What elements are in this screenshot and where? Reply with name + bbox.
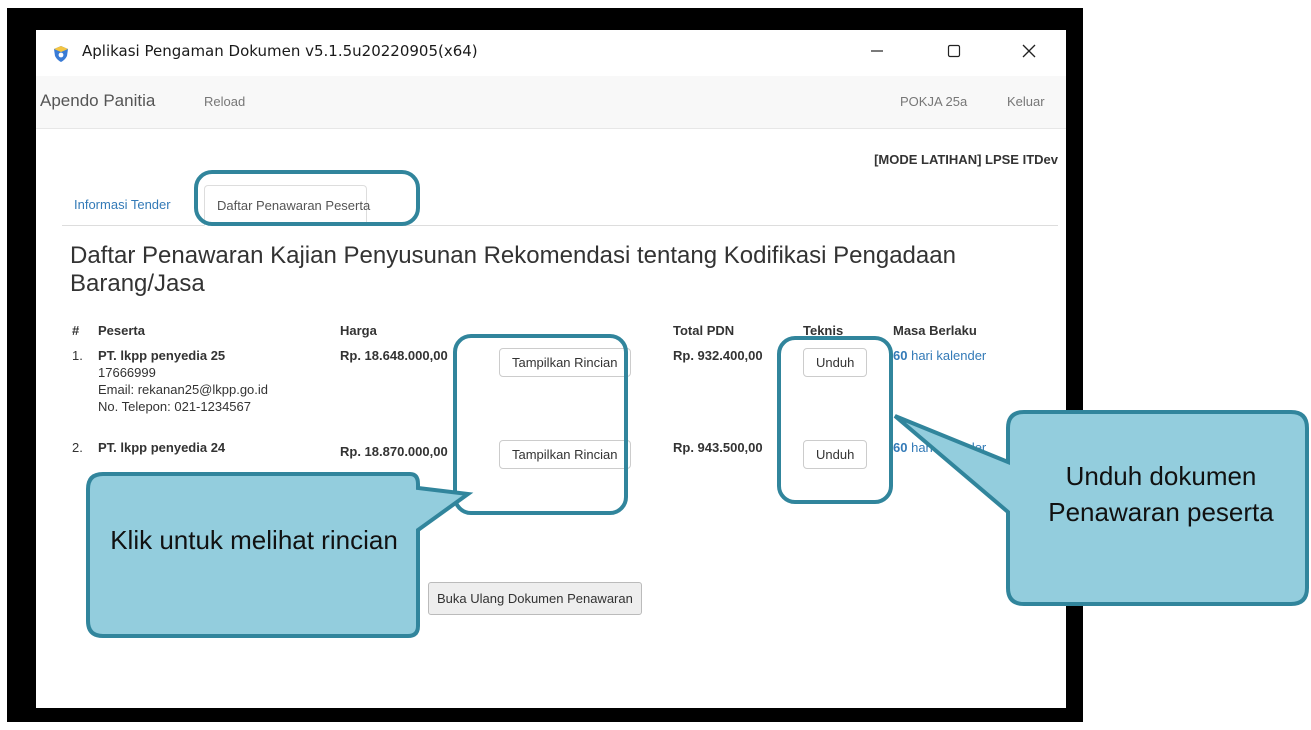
masa-berlaku-link[interactable]: 60 hari kalender	[893, 348, 986, 363]
tab-informasi-tender[interactable]: Informasi Tender	[62, 185, 183, 223]
tab-bar: Informasi Tender Daftar Penawaran Pesert…	[62, 185, 1058, 226]
total-pdn-cell: Rp. 932.400,00	[673, 348, 763, 363]
main-content: [MODE LATIHAN] LPSE ITDev Informasi Tend…	[36, 128, 1066, 708]
mode-label: [MODE LATIHAN] LPSE ITDev	[874, 152, 1058, 167]
harga-cell: Rp. 18.648.000,00	[340, 348, 448, 363]
table-row: 2. PT. lkpp penyedia 24 Rp. 18.870.000,0…	[66, 436, 1046, 473]
window-title: Aplikasi Pengaman Dokumen v5.1.5u2022090…	[82, 42, 478, 60]
masa-berlaku-value: 60	[893, 440, 908, 455]
rincian-cell: Tampilkan Rincian	[461, 344, 667, 436]
masa-berlaku-unit: hari kalender	[911, 440, 987, 455]
offers-table: # Peserta Harga Total PDN Teknis Masa Be…	[66, 316, 1046, 473]
app-window: Aplikasi Pengaman Dokumen v5.1.5u2022090…	[36, 30, 1066, 708]
logout-link[interactable]: Keluar	[1007, 94, 1045, 109]
peserta-email: Email: rekanan25@lkpp.go.id	[98, 382, 269, 397]
peserta-phone: No. Telepon: 021-1234567	[98, 399, 251, 414]
brand-link[interactable]: Apendo Panitia	[40, 91, 155, 111]
table-row: 1. PT. lkpp penyedia 25 17666999 Email: …	[66, 344, 1046, 436]
unduh-button[interactable]: Unduh	[803, 348, 868, 377]
reload-link[interactable]: Reload	[204, 94, 245, 109]
teknis-cell: Unduh	[797, 344, 887, 436]
peserta-cell: PT. lkpp penyedia 24	[92, 436, 334, 473]
harga-cell: Rp. 18.870.000,00	[340, 444, 448, 459]
total-pdn-cell: Rp. 943.500,00	[673, 440, 763, 455]
tampilkan-rincian-button[interactable]: Tampilkan Rincian	[499, 440, 631, 469]
table-header-row: # Peserta Harga Total PDN Teknis Masa Be…	[66, 316, 1046, 344]
masa-berlaku-link[interactable]: 60 hari kalender	[893, 440, 986, 455]
close-button[interactable]	[1006, 36, 1052, 70]
peserta-name: PT. lkpp penyedia 24	[98, 440, 226, 455]
title-bar: Aplikasi Pengaman Dokumen v5.1.5u2022090…	[36, 30, 1066, 76]
col-header-harga: Harga	[340, 322, 377, 338]
masa-berlaku-cell: 60 hari kalender	[887, 436, 1046, 473]
row-number: 1.	[72, 348, 83, 363]
maximize-icon	[947, 44, 961, 63]
masa-berlaku-value: 60	[893, 348, 908, 363]
rincian-cell: Tampilkan Rincian	[461, 436, 667, 473]
col-header-teknis: Teknis	[803, 322, 844, 338]
peserta-cell: PT. lkpp penyedia 25 17666999 Email: rek…	[92, 344, 334, 436]
col-header-total-pdn: Total PDN	[673, 322, 735, 338]
masa-berlaku-unit: hari kalender	[911, 348, 987, 363]
col-header-number: #	[72, 322, 80, 338]
left-callout-text: Klik untuk melihat rincian	[110, 525, 398, 555]
maximize-button[interactable]	[931, 36, 977, 70]
right-callout-text: Unduh dokumen Penawaran peserta	[1048, 461, 1274, 527]
masa-berlaku-cell: 60 hari kalender	[887, 344, 1046, 436]
user-link[interactable]: POKJA 25a	[900, 94, 967, 109]
tampilkan-rincian-button[interactable]: Tampilkan Rincian	[499, 348, 631, 377]
minimize-button[interactable]	[854, 36, 900, 70]
page-title: Daftar Penawaran Kajian Penyusunan Rekom…	[70, 242, 956, 297]
col-header-peserta: Peserta	[98, 322, 145, 338]
top-navbar: Apendo Panitia Reload POKJA 25a Keluar	[36, 76, 1066, 129]
close-icon	[1022, 44, 1036, 63]
teknis-cell: Unduh	[797, 436, 887, 473]
buka-ulang-button[interactable]: Buka Ulang Dokumen Penawaran	[428, 582, 642, 615]
unduh-button[interactable]: Unduh	[803, 440, 868, 469]
app-shield-icon	[52, 45, 70, 63]
peserta-npwp: 17666999	[98, 365, 156, 380]
minimize-icon	[870, 44, 884, 63]
col-header-masa-berlaku: Masa Berlaku	[893, 322, 977, 338]
peserta-name: PT. lkpp penyedia 25	[98, 348, 226, 363]
tab-daftar-penawaran[interactable]: Daftar Penawaran Peserta	[204, 185, 370, 226]
col-header-rincian	[461, 316, 667, 344]
row-number: 2.	[72, 440, 83, 455]
